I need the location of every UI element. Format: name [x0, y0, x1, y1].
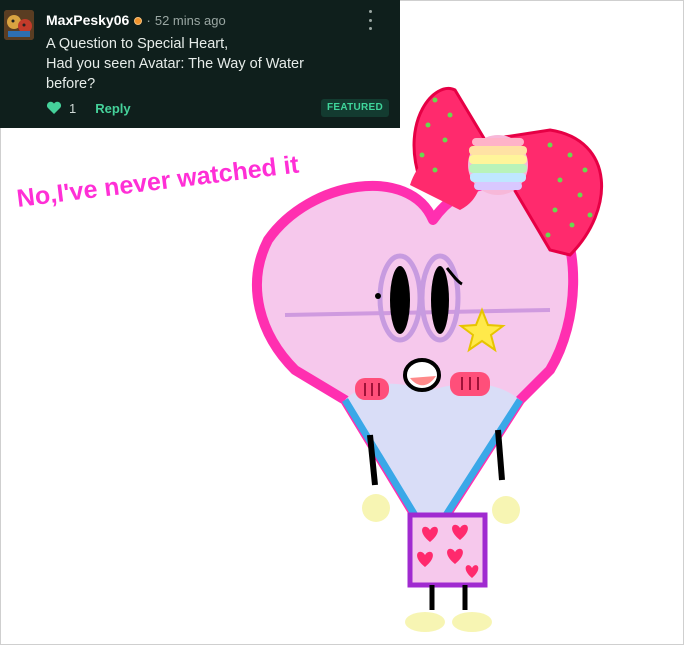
- comment-actions: 1 Reply: [46, 98, 131, 118]
- special-heart-drawing: [252, 87, 604, 632]
- like-count: 1: [69, 100, 77, 116]
- like-heart-icon[interactable]: [46, 101, 62, 115]
- avatar[interactable]: [4, 10, 34, 40]
- timestamp: 52 mins ago: [154, 13, 226, 28]
- reply-button[interactable]: Reply: [95, 101, 130, 116]
- user-badge-icon: [134, 16, 143, 25]
- comment-line: A Question to Special Heart,: [46, 36, 229, 52]
- separator: ·: [146, 12, 151, 28]
- more-options-icon[interactable]: [364, 10, 376, 30]
- username[interactable]: MaxPesky06: [46, 12, 129, 28]
- comment-header: MaxPesky06 · 52 mins ago: [46, 11, 226, 30]
